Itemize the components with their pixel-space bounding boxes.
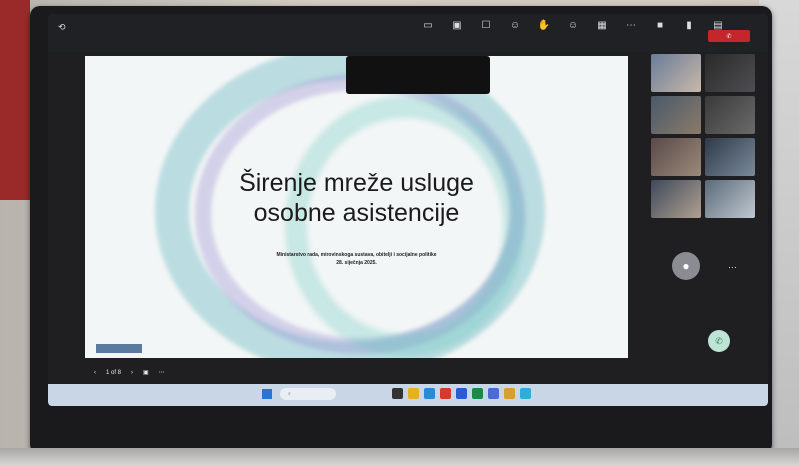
slide-navigation: ‹ 1 of 8 › ▣ ⋯ xyxy=(94,369,165,377)
participant-tile[interactable] xyxy=(651,180,701,218)
meeting-toolbar: ⟲ ▭ ▣ ☐ ☺ ✋ ☺ ▦ ⋯ ■ ▮ ▤ ✆ xyxy=(48,14,768,52)
slide-subtitle-line1: Ministarstvo rada, mirovinskoga sustava,… xyxy=(276,252,437,258)
next-slide-icon[interactable]: › xyxy=(131,370,133,376)
slide-subtitle-line2: 28. siječnja 2025. xyxy=(336,260,377,266)
raise-hand-icon[interactable]: ✋ xyxy=(536,20,552,31)
participant-tile[interactable] xyxy=(705,138,755,176)
mic-icon[interactable]: ▮ xyxy=(681,20,697,31)
chat-icon[interactable]: ☐ xyxy=(478,20,494,31)
laptop-screen: ⟲ ▭ ▣ ☐ ☺ ✋ ☺ ▦ ⋯ ■ ▮ ▤ ✆ Širenje mreže … xyxy=(48,14,768,406)
toolbar-icons: ▭ ▣ ☐ ☺ ✋ ☺ ▦ ⋯ ■ ▮ ▤ xyxy=(420,20,726,31)
back-arrow-icon[interactable]: ⟲ xyxy=(58,22,66,33)
more-options-icon[interactable]: ⋯ xyxy=(159,369,165,376)
taskbar-app-icon[interactable] xyxy=(488,388,499,399)
prev-slide-icon[interactable]: ‹ xyxy=(94,370,96,376)
presentation-slide: Širenje mreže usluge osobne asistencije … xyxy=(85,56,628,358)
taskbar-app-icon[interactable] xyxy=(440,388,451,399)
taskbar-app-icon[interactable] xyxy=(520,388,531,399)
people-icon[interactable]: ☺ xyxy=(507,20,523,31)
slide-title-line1: Širenje mreže usluge xyxy=(239,169,474,197)
phone-icon: ✆ xyxy=(726,33,732,40)
share-screen-icon[interactable]: ▭ xyxy=(420,20,436,31)
leave-button[interactable]: ✆ xyxy=(708,30,750,42)
slide-counter: 1 of 8 xyxy=(106,369,122,376)
avatar[interactable]: ● xyxy=(672,252,700,280)
slide-title-line2: osobne asistencije xyxy=(253,199,460,227)
participant-tile[interactable] xyxy=(705,180,755,218)
taskbar-app-icon[interactable] xyxy=(424,388,435,399)
slide-title: Širenje mreže usluge osobne asistencije xyxy=(185,168,528,228)
taskbar-app-icon[interactable] xyxy=(472,388,483,399)
join-call-button[interactable]: ✆ xyxy=(708,330,730,352)
participant-tile[interactable] xyxy=(651,54,701,92)
participant-tile[interactable] xyxy=(651,138,701,176)
slide-subtitle: Ministarstvo rada, mirovinskoga sustava,… xyxy=(185,251,528,267)
participant-tile[interactable] xyxy=(651,96,701,134)
taskbar-apps xyxy=(392,388,531,399)
taskbar-app-icon[interactable] xyxy=(408,388,419,399)
search-input[interactable]: ⌕ xyxy=(280,388,336,400)
taskbar-app-icon[interactable] xyxy=(504,388,515,399)
react-icon[interactable]: ☺ xyxy=(565,20,581,31)
notification-popup[interactable] xyxy=(346,56,490,94)
taskbar-app-icon[interactable] xyxy=(456,388,467,399)
participant-tile[interactable] xyxy=(705,54,755,92)
windows-taskbar: ⌕ xyxy=(48,384,768,406)
search-icon: ⌕ xyxy=(288,391,291,397)
presenter-badge xyxy=(96,344,142,353)
more-icon[interactable]: ⋯ xyxy=(623,20,639,31)
laptop-base xyxy=(0,448,799,465)
phone-icon: ✆ xyxy=(715,335,723,346)
view-icon[interactable]: ▣ xyxy=(449,20,465,31)
more-icon[interactable]: ⋯ xyxy=(728,262,737,273)
participant-gallery xyxy=(651,54,763,234)
background-wall xyxy=(0,0,30,200)
slide-view-icon[interactable]: ▣ xyxy=(143,369,149,376)
participant-tile[interactable] xyxy=(705,96,755,134)
camera-icon[interactable]: ■ xyxy=(652,20,668,31)
apps-icon[interactable]: ▦ xyxy=(594,20,610,31)
taskbar-app-icon[interactable] xyxy=(392,388,403,399)
user-icon: ● xyxy=(682,259,690,273)
windows-start-icon[interactable] xyxy=(262,389,272,399)
